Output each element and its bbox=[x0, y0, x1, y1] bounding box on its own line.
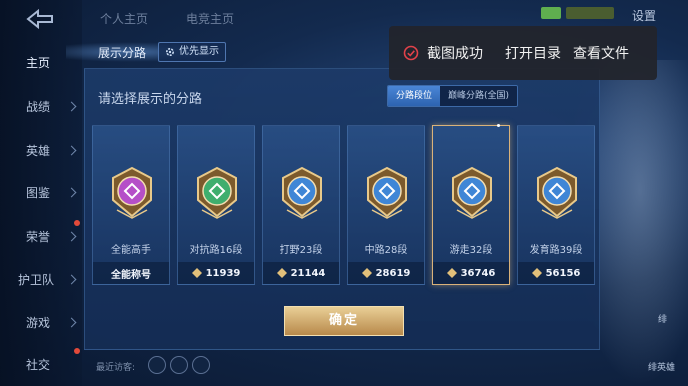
side-label: 绯 bbox=[658, 315, 668, 325]
chevron-right-icon bbox=[66, 231, 77, 242]
gear-icon bbox=[165, 47, 175, 57]
route-score: 11939 bbox=[178, 262, 254, 284]
segment-control: 分路段位 巅峰分路(全国) bbox=[387, 85, 519, 107]
route-name: 发育路39段 bbox=[529, 245, 583, 256]
chevron-right-icon bbox=[66, 101, 77, 112]
check-circle-icon bbox=[403, 45, 419, 61]
settings-link[interactable]: 设置 bbox=[632, 7, 656, 24]
route-card[interactable]: 游走32段 36746 bbox=[432, 125, 510, 285]
nav-item-guard[interactable]: 护卫队 bbox=[0, 265, 82, 295]
nav-item-games[interactable]: 游戏 bbox=[0, 308, 82, 338]
tab-route-rank[interactable]: 分路段位 bbox=[388, 86, 441, 106]
route-score-value: 36746 bbox=[460, 267, 496, 279]
notification-dot bbox=[74, 220, 80, 226]
diamond-icon bbox=[531, 268, 542, 278]
route-emblem-icon bbox=[452, 166, 492, 219]
nav-item-label: 主页 bbox=[26, 56, 51, 70]
route-score: 21144 bbox=[263, 262, 339, 284]
route-score: 56156 bbox=[518, 262, 594, 284]
nav-item-heroes[interactable]: 英雄 bbox=[0, 136, 82, 166]
route-name: 游走32段 bbox=[449, 245, 493, 256]
nav-item-label: 英雄 bbox=[26, 144, 51, 158]
route-name: 中路28段 bbox=[364, 245, 408, 256]
chevron-right-icon bbox=[66, 317, 77, 328]
diamond-icon bbox=[361, 268, 372, 278]
nav-item-social[interactable]: 社交 bbox=[0, 350, 82, 380]
route-emblem-icon bbox=[197, 166, 237, 219]
confirm-button[interactable]: 确定 bbox=[284, 306, 404, 336]
diamond-icon bbox=[276, 268, 287, 278]
route-score: 28619 bbox=[348, 262, 424, 284]
route-emblem-icon bbox=[282, 166, 322, 219]
priority-label: 优先显示 bbox=[179, 46, 219, 57]
panel-header: 展示分路 优先显示 bbox=[66, 40, 384, 66]
route-score-value: 21144 bbox=[290, 267, 326, 279]
route-card[interactable]: 全能高手 全能称号 bbox=[92, 125, 170, 285]
chevron-right-icon bbox=[66, 145, 77, 156]
tab-peak-route[interactable]: 巅峰分路(全国) bbox=[440, 86, 518, 106]
route-emblem-icon bbox=[537, 166, 577, 219]
open-directory-link[interactable]: 打开目录 bbox=[505, 43, 561, 63]
route-score: 36746 bbox=[433, 262, 509, 284]
selection-sparkle bbox=[497, 124, 500, 127]
route-score-value: 28619 bbox=[375, 267, 411, 279]
visitor-avatar[interactable] bbox=[148, 356, 166, 374]
route-score-value: 11939 bbox=[205, 267, 241, 279]
nav-item-label: 游戏 bbox=[26, 316, 51, 330]
status-badge bbox=[566, 7, 614, 19]
route-name: 全能高手 bbox=[111, 245, 151, 256]
priority-display-button[interactable]: 优先显示 bbox=[158, 42, 226, 62]
back-arrow-icon[interactable] bbox=[22, 8, 56, 30]
notification-dot bbox=[74, 348, 80, 354]
side-label[interactable]: 绯英雄 bbox=[648, 360, 675, 373]
route-card[interactable]: 发育路39段 56156 bbox=[517, 125, 595, 285]
nav-item-codex[interactable]: 图鉴 bbox=[0, 178, 82, 208]
route-card[interactable]: 对抗路16段 11939 bbox=[177, 125, 255, 285]
nav-item-honor[interactable]: 荣誉 bbox=[0, 222, 82, 252]
screenshot-toast: 截图成功 打开目录 查看文件 bbox=[389, 26, 657, 80]
nav-item-label: 战绩 bbox=[26, 100, 51, 114]
battery-icon bbox=[541, 7, 561, 19]
route-emblem-icon bbox=[112, 166, 152, 219]
diamond-icon bbox=[446, 268, 457, 278]
route-score-value: 56156 bbox=[545, 267, 581, 279]
route-emblem-icon bbox=[367, 166, 407, 219]
route-card[interactable]: 打野23段 21144 bbox=[262, 125, 340, 285]
panel-title: 展示分路 bbox=[98, 46, 147, 60]
route-name: 打野23段 bbox=[279, 245, 323, 256]
nav-item-label: 社交 bbox=[26, 358, 51, 372]
route-score-value: 全能称号 bbox=[111, 269, 151, 281]
recent-visitors-label: 最近访客: bbox=[96, 363, 136, 373]
visitor-avatar[interactable] bbox=[170, 356, 188, 374]
select-prompt: 请选择展示的分路 bbox=[98, 92, 203, 107]
chevron-right-icon bbox=[66, 274, 77, 285]
route-card[interactable]: 中路28段 28619 bbox=[347, 125, 425, 285]
chevron-right-icon bbox=[66, 187, 77, 198]
tab-personal-home[interactable]: 个人主页 bbox=[100, 10, 148, 27]
nav-item-label: 护卫队 bbox=[18, 273, 55, 287]
nav-item-label: 荣誉 bbox=[26, 230, 51, 244]
nav-item-record[interactable]: 战绩 bbox=[0, 92, 82, 122]
diamond-icon bbox=[191, 268, 202, 278]
route-name: 对抗路16段 bbox=[189, 245, 243, 256]
route-score: 全能称号 bbox=[93, 262, 169, 284]
tab-esports-home[interactable]: 电竞主页 bbox=[186, 10, 234, 27]
nav-item-label: 图鉴 bbox=[26, 186, 51, 200]
view-file-link[interactable]: 查看文件 bbox=[573, 43, 629, 63]
visitor-avatar[interactable] bbox=[192, 356, 210, 374]
toast-message: 截图成功 bbox=[427, 46, 483, 62]
